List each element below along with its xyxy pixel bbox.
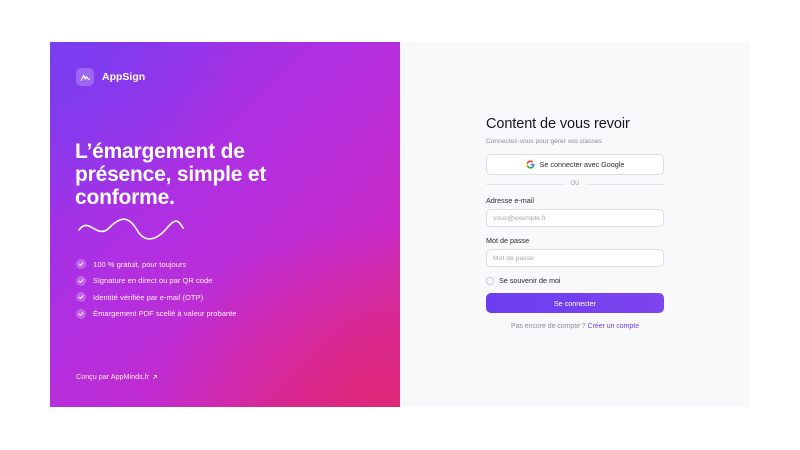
credit-text: Conçu par AppMinds.fr <box>76 372 150 381</box>
feature-text: Émargement PDF scellé à valeur probante <box>93 309 237 319</box>
signin-button[interactable]: Se connecter <box>486 293 664 313</box>
create-account-link[interactable]: Créer un compte <box>588 323 639 330</box>
feature-text: 100 % gratuit, pour toujours <box>93 259 187 269</box>
credit-link[interactable]: Conçu par AppMinds.fr <box>76 372 158 381</box>
feature-item: 100 % gratuit, pour toujours <box>76 256 237 273</box>
check-icon <box>76 275 86 286</box>
login-subtitle: Connectez-vous pour gérer vos classes <box>486 138 602 145</box>
login-form: Content de vous revoir Connectez-vous po… <box>486 116 664 330</box>
feature-item: Identité vérifiée par e-mail (OTP) <box>76 289 237 306</box>
check-icon <box>76 308 86 319</box>
signup-prompt: Pas encore de compte ? Créer un compte <box>486 323 664 330</box>
email-field[interactable] <box>486 209 664 227</box>
login-title: Content de vous revoir <box>486 116 630 132</box>
check-icon <box>76 259 86 270</box>
password-label: Mot de passe <box>486 236 530 245</box>
email-label: Adresse e-mail <box>486 196 534 205</box>
headline-line: L’émargement de <box>75 140 245 163</box>
check-icon <box>76 292 86 303</box>
hero-headline: L’émargement de présence, simple et conf… <box>75 140 375 209</box>
feature-item: Émargement PDF scellé à valeur probante <box>76 306 237 323</box>
brand-name: AppSign <box>102 71 146 83</box>
signup-prompt-text: Pas encore de compte ? <box>511 323 586 330</box>
divider-line <box>585 183 664 185</box>
headline-line: présence, simple et <box>75 163 267 186</box>
login-panel: Content de vous revoir Connectez-vous po… <box>400 42 750 407</box>
remember-me-label: Se souvenir de moi <box>499 276 561 285</box>
feature-text: Signature en direct ou par QR code <box>93 276 213 286</box>
hero-panel: AppSign L’émargement de présence, simple… <box>50 42 400 407</box>
remember-me-checkbox[interactable] <box>486 276 494 285</box>
external-link-icon <box>153 374 157 379</box>
squiggle-decoration <box>78 218 184 240</box>
google-signin-button[interactable]: Se connecter avec Google <box>486 154 664 175</box>
remember-me[interactable]: Se souvenir de moi <box>486 276 664 285</box>
feature-item: Signature en direct ou par QR code <box>76 273 237 290</box>
google-button-label: Se connecter avec Google <box>539 160 625 169</box>
divider-text: OU <box>570 181 580 187</box>
divider-line <box>486 183 565 185</box>
feature-text: Identité vérifiée par e-mail (OTP) <box>93 292 204 302</box>
google-icon <box>526 160 535 169</box>
password-field[interactable] <box>486 249 664 267</box>
signature-logo-icon <box>76 68 94 86</box>
brand: AppSign <box>76 68 145 86</box>
feature-list: 100 % gratuit, pour toujours Signature e… <box>76 256 237 322</box>
or-divider: OU <box>486 180 664 188</box>
headline-line: conforme. <box>75 186 175 209</box>
